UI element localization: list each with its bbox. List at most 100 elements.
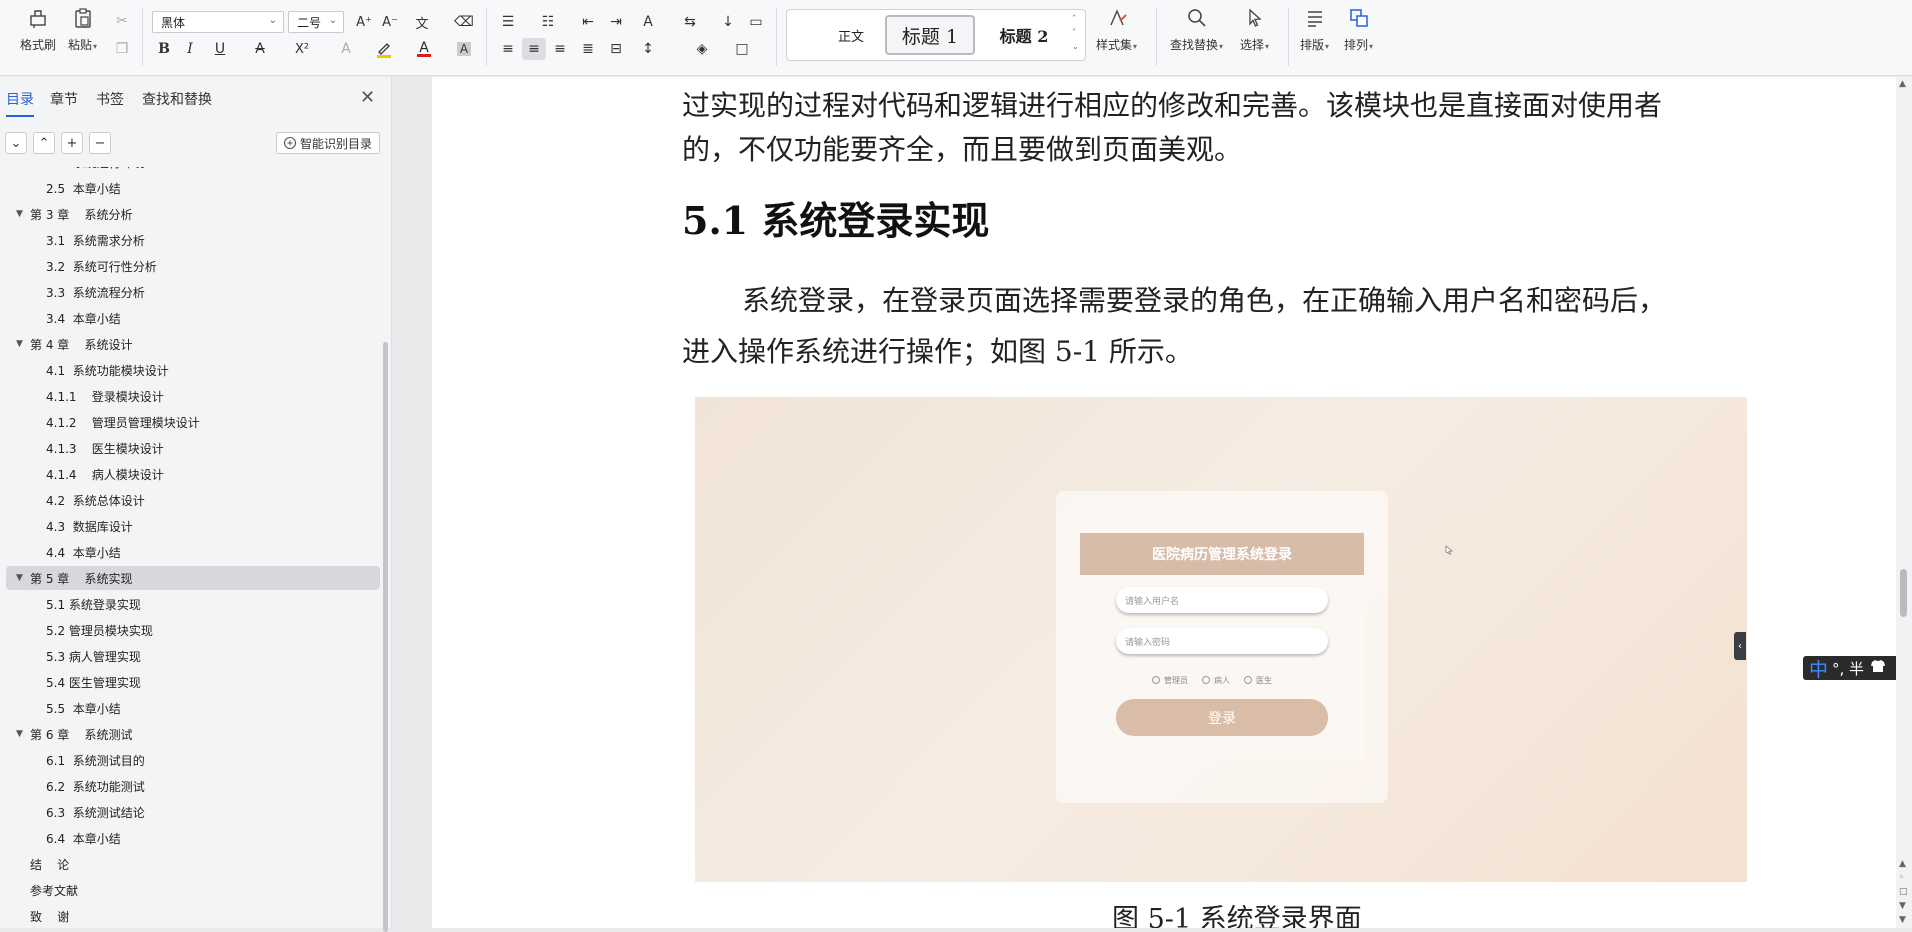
- tab-toc[interactable]: 目录: [6, 89, 34, 117]
- arrange-button[interactable]: 排列▾: [1344, 4, 1373, 53]
- line-spacing-icon[interactable]: ↕: [636, 38, 660, 60]
- phonetic-guide-icon[interactable]: 文: [410, 11, 434, 33]
- align-left-icon[interactable]: ≡: [496, 38, 520, 60]
- justify-icon[interactable]: ≣: [576, 38, 600, 60]
- toc-item[interactable]: 6.3 系统测试结论: [6, 800, 380, 824]
- ruler-icon[interactable]: ▭: [744, 11, 768, 33]
- scroll-up-icon[interactable]: ▲: [1899, 79, 1906, 89]
- ime-mode[interactable]: °, 半: [1832, 658, 1864, 679]
- align-center-icon[interactable]: ≡: [522, 38, 546, 60]
- character-shading-icon[interactable]: A: [452, 38, 476, 60]
- superscript-button[interactable]: X²: [290, 38, 314, 60]
- expand-triangle-icon[interactable]: ▼: [16, 573, 23, 583]
- collapse-arrow-icon[interactable]: ‹: [1734, 632, 1746, 660]
- tab-bookmarks[interactable]: 书签: [96, 89, 124, 109]
- toc-item[interactable]: 4.1 系统功能模块设计: [6, 358, 380, 382]
- toc-item[interactable]: 4.2 系统总体设计: [6, 488, 380, 512]
- toc-item[interactable]: 结 论: [6, 852, 380, 876]
- toc-item[interactable]: ▼ 第 5 章 系统实现: [6, 566, 380, 590]
- select-browse-icon[interactable]: ◦: [1899, 873, 1904, 883]
- clear-format-icon[interactable]: ⌫: [452, 11, 476, 33]
- font-grow-button[interactable]: A⁺: [352, 11, 376, 33]
- paste-button[interactable]: 粘贴▾: [68, 4, 97, 53]
- toc-item[interactable]: 5.5 本章小结: [6, 696, 380, 720]
- expand-triangle-icon[interactable]: ▼: [16, 209, 23, 219]
- expand-triangle-icon[interactable]: ▼: [16, 339, 23, 349]
- toc-item[interactable]: 2.5 本章小结: [6, 176, 380, 200]
- toc-item[interactable]: 致 谢: [6, 904, 380, 928]
- decrease-indent-icon[interactable]: ⇤: [576, 11, 600, 33]
- toc-item[interactable]: 3.1 系统需求分析: [6, 228, 380, 252]
- font-size-select[interactable]: 二号 ⌄: [288, 11, 344, 33]
- text-direction-icon[interactable]: ⇆: [678, 11, 702, 33]
- ime-language[interactable]: 中: [1809, 655, 1828, 682]
- scroll-thumb[interactable]: [1900, 569, 1907, 617]
- toc-item[interactable]: 4.1.3 医生模块设计: [6, 436, 380, 460]
- toc-item[interactable]: 6.4 本章小结: [6, 826, 380, 850]
- sort-icon[interactable]: ↓: [716, 11, 740, 33]
- highlight-color-button[interactable]: [372, 38, 396, 60]
- nav-scrollbar[interactable]: [383, 342, 388, 932]
- layout-button[interactable]: 排版▾: [1300, 4, 1329, 53]
- italic-button[interactable]: I: [178, 38, 202, 60]
- toc-item[interactable]: ▼ 第 4 章 系统设计: [6, 332, 380, 356]
- toc-item[interactable]: 参考文献: [6, 878, 380, 902]
- toc-item[interactable]: 4.4 本章小结: [6, 540, 380, 564]
- align-right-icon[interactable]: ≡: [548, 38, 572, 60]
- style-heading-2[interactable]: 标题 2: [981, 15, 1067, 55]
- chinese-layout-icon[interactable]: A: [636, 11, 660, 33]
- add-icon[interactable]: +: [61, 132, 83, 154]
- toc-item[interactable]: 5.3 病人管理实现: [6, 644, 380, 668]
- strikethrough-button[interactable]: A: [248, 38, 272, 60]
- ime-status-bar[interactable]: 中 °, 半: [1803, 655, 1910, 682]
- vertical-scrollbar[interactable]: ▲ ▲ ◦ □ ▼ ▼: [1896, 77, 1912, 928]
- scroll-down-icon[interactable]: ▼: [1899, 915, 1906, 925]
- login-screenshot-figure[interactable]: 医院病历管理系统登录 请输入用户名 请输入密码 管理员 病人 医生 登录: [695, 397, 1747, 882]
- numbered-list-icon[interactable]: ☷: [536, 11, 560, 33]
- shading-icon[interactable]: ◈: [690, 38, 714, 60]
- toc-item[interactable]: 6.2 系统功能测试: [6, 774, 380, 798]
- style-heading-1[interactable]: 标题 1: [885, 15, 975, 55]
- border-icon[interactable]: □: [730, 38, 754, 60]
- toc-item[interactable]: 5.1 系统登录实现: [6, 592, 380, 616]
- toc-item[interactable]: 4.1.1 登录模块设计: [6, 384, 380, 408]
- chevron-up-icon[interactable]: ⌃: [33, 132, 55, 154]
- close-icon[interactable]: ✕: [360, 87, 375, 108]
- remove-icon[interactable]: −: [89, 132, 111, 154]
- toc-item[interactable]: 6.1 系统测试目的: [6, 748, 380, 772]
- toc-item[interactable]: 4.1.2 管理员管理模块设计: [6, 410, 380, 434]
- shirt-skin-icon[interactable]: [1870, 659, 1886, 677]
- select-button[interactable]: 选择▾: [1240, 4, 1269, 53]
- smart-toc-button[interactable]: 智能识别目录: [276, 132, 380, 154]
- tab-sections[interactable]: 章节: [50, 89, 78, 109]
- bold-button[interactable]: B: [152, 38, 176, 60]
- style-set-button[interactable]: 样式集▾: [1096, 4, 1137, 53]
- text-effect-icon[interactable]: A: [334, 38, 358, 60]
- toc-item[interactable]: 5.4 医生管理实现: [6, 670, 380, 694]
- font-shrink-button[interactable]: A⁻: [378, 11, 402, 33]
- document-page[interactable]: 过实现的过程对代码和逻辑进行相应的修改和完善。该模块也是直接面对使用者 的，不仅…: [432, 77, 1896, 928]
- chevron-down-icon[interactable]: ⌄: [5, 132, 27, 154]
- format-painter-button[interactable]: 格式刷: [20, 4, 56, 53]
- toc-item[interactable]: 3.3 系统流程分析: [6, 280, 380, 304]
- toc-item[interactable]: ▼ 第 6 章 系统测试: [6, 722, 380, 746]
- tab-find-replace[interactable]: 查找和替换: [142, 89, 212, 109]
- toc-item[interactable]: 4.1.4 病人模块设计: [6, 462, 380, 486]
- browse-object-icon[interactable]: □: [1899, 887, 1908, 897]
- find-replace-button[interactable]: 查找替换▾: [1170, 4, 1223, 53]
- toc-item[interactable]: 3.2 系统可行性分析: [6, 254, 380, 278]
- style-gallery-scroll[interactable]: ˄ ˅ ⌄: [1072, 12, 1079, 54]
- toc-item[interactable]: 5.2 管理员模块实现: [6, 618, 380, 642]
- toc-item[interactable]: 4.3 数据库设计: [6, 514, 380, 538]
- toc-item[interactable]: 2.4 系统运行环境: [6, 167, 380, 174]
- distributed-align-icon[interactable]: ⊟: [604, 38, 628, 60]
- font-name-select[interactable]: 黑体 ⌄: [152, 11, 284, 33]
- toc-item[interactable]: 3.4 本章小结: [6, 306, 380, 330]
- underline-button[interactable]: U: [208, 38, 232, 60]
- font-color-button[interactable]: A: [412, 38, 436, 60]
- bullet-list-icon[interactable]: ☰: [496, 11, 520, 33]
- increase-indent-icon[interactable]: ⇥: [604, 11, 628, 33]
- cut-icon[interactable]: ✂: [110, 10, 134, 32]
- expand-triangle-icon[interactable]: ▼: [16, 729, 23, 739]
- toc-item[interactable]: ▼ 第 3 章 系统分析: [6, 202, 380, 226]
